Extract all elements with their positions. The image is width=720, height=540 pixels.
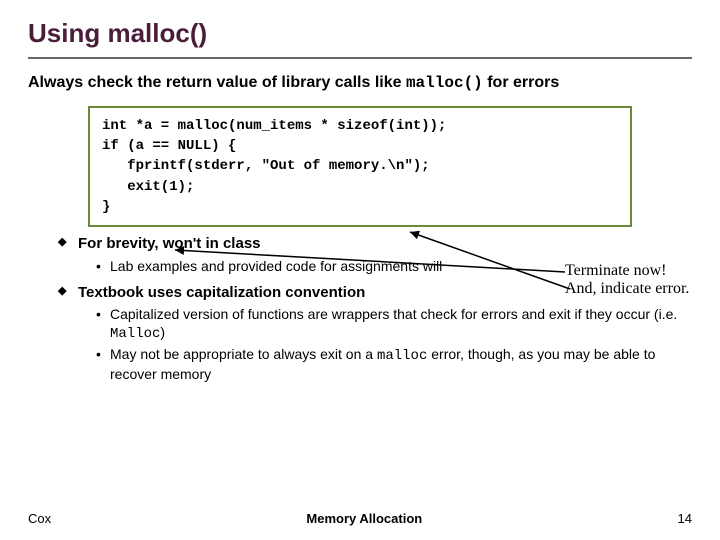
- b2s1-a: Capitalized version of functions are wra…: [110, 306, 677, 322]
- b2s1-b: ): [160, 324, 165, 340]
- lead-text: Always check the return value of library…: [28, 73, 692, 94]
- bullet-2-sub-1: Capitalized version of functions are wra…: [96, 306, 692, 343]
- bullet-2-text: Textbook uses capitalization convention: [78, 284, 365, 301]
- lead-part-b: for errors: [483, 74, 559, 91]
- code-box: int *a = malloc(num_items * sizeof(int))…: [88, 106, 632, 227]
- bullet-list: For brevity, won't in class Lab examples…: [58, 235, 692, 383]
- slide-title: Using malloc(): [28, 18, 692, 49]
- bullet-1-text: For brevity, won't in class: [78, 235, 261, 252]
- footer-right: 14: [678, 511, 692, 526]
- bullet-1: For brevity, won't in class Lab examples…: [58, 235, 692, 275]
- lead-part-a: Always check the return value of library…: [28, 74, 406, 91]
- b2s2-a: May not be appropriate to always exit on…: [110, 346, 377, 362]
- bullet-2-sub-2: May not be appropriate to always exit on…: [96, 346, 692, 383]
- b2s2-mono: malloc: [377, 348, 427, 364]
- footer-left: Cox: [28, 511, 51, 526]
- footer-mid: Memory Allocation: [306, 511, 422, 526]
- title-rule: [28, 57, 692, 59]
- lead-mono: malloc(): [406, 74, 483, 92]
- bullet-1-sub-1: Lab examples and provided code for assig…: [96, 258, 692, 276]
- b2s1-mono: Malloc: [110, 326, 160, 342]
- footer: Cox Memory Allocation 14: [28, 511, 692, 526]
- bullet-2: Textbook uses capitalization convention …: [58, 284, 692, 384]
